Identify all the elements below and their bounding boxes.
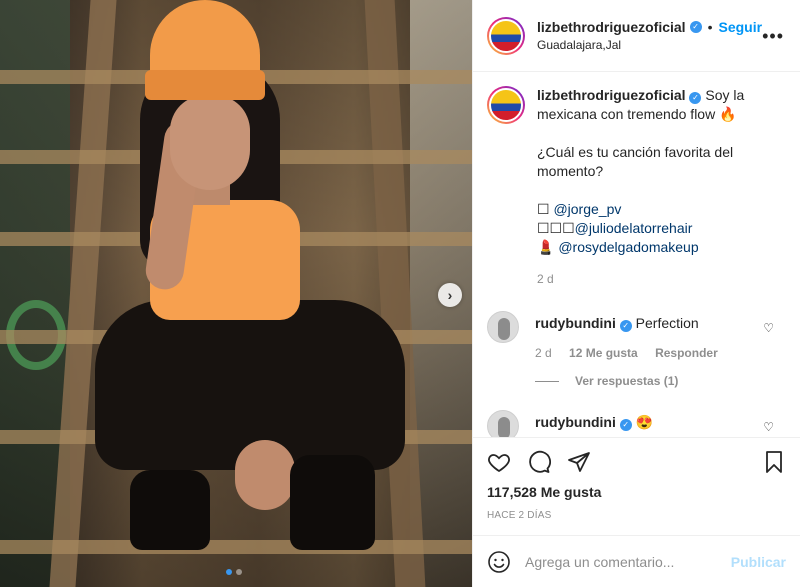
credit-prefix: 💄 xyxy=(537,239,559,255)
carousel-dot xyxy=(236,569,242,575)
caption-avatar[interactable] xyxy=(487,86,525,124)
comment-line: rudybundini ✓ 😍 xyxy=(535,414,653,431)
heart-icon[interactable] xyxy=(487,450,511,474)
action-icons xyxy=(487,446,786,478)
post-actions: 117,528 Me gusta HACE 2 DÍAS xyxy=(473,437,800,521)
carousel-dot-active xyxy=(226,569,232,575)
mention-link[interactable]: @jorge_pv xyxy=(553,201,621,217)
caption-age[interactable]: 2 d xyxy=(537,272,554,286)
carousel-indicator xyxy=(226,569,242,575)
follow-button[interactable]: Seguir xyxy=(718,19,762,35)
commenter-avatar[interactable] xyxy=(487,311,519,343)
comment-body: rudybundini ✓ 😍 xyxy=(535,414,653,437)
avatar-image xyxy=(489,88,523,122)
paper-plane-icon[interactable] xyxy=(567,450,591,474)
mention-link[interactable]: @rosydelgadomakeup xyxy=(558,239,698,255)
bookmark-icon[interactable] xyxy=(762,450,786,474)
person-beanie-cuff xyxy=(145,70,265,100)
comment-item: rudybundini ✓ 😍 ♡ xyxy=(487,410,786,437)
caption-credits: ☐ @jorge_pv ☐☐☐@juliodelatorrehair 💄 @ro… xyxy=(537,200,785,257)
caption-question: ¿Cuál es tu canción favorita del momento… xyxy=(537,144,734,179)
comment-like-heart-icon[interactable]: ♡ xyxy=(763,420,774,434)
author-row: lizbethrodriguezoficial ✓ • Seguir xyxy=(537,19,762,35)
comments-section: lizbethrodriguezoficial ✓ Soy la mexican… xyxy=(473,72,800,437)
more-options-icon[interactable]: ••• xyxy=(762,26,784,47)
verified-badge-icon: ✓ xyxy=(689,92,702,104)
commenter-username[interactable]: rudybundini xyxy=(535,414,616,430)
person-hand xyxy=(235,440,295,510)
reply-button[interactable]: Responder xyxy=(655,346,718,360)
stair-step xyxy=(0,540,472,554)
smiley-icon[interactable] xyxy=(487,550,511,574)
comment-icon[interactable] xyxy=(527,450,551,474)
verified-badge-icon: ✓ xyxy=(619,320,632,332)
caption-meta: 2 d xyxy=(537,270,785,289)
add-comment-bar: Publicar xyxy=(473,535,800,587)
author-username[interactable]: lizbethrodriguezoficial xyxy=(537,19,686,35)
caption-body: lizbethrodriguezoficial ✓ Soy la mexican… xyxy=(537,86,785,289)
replies-divider xyxy=(535,380,559,382)
post-caption: lizbethrodriguezoficial ✓ Soy la mexican… xyxy=(487,86,786,289)
person-boot-left xyxy=(130,470,210,550)
separator-dot: • xyxy=(707,19,713,35)
instagram-post: › lizbethrodriguezoficial ✓ • Seguir Gua… xyxy=(0,0,800,587)
view-replies-toggle[interactable]: Ver respuestas (1) xyxy=(535,374,786,388)
mention-link[interactable]: @juliodelatorrehair xyxy=(575,220,693,236)
comment-line: rudybundini ✓ Perfection xyxy=(535,315,732,332)
author-avatar[interactable] xyxy=(487,16,525,55)
author-info: lizbethrodriguezoficial ✓ • Seguir Guada… xyxy=(537,19,762,52)
caption-username[interactable]: lizbethrodriguezoficial xyxy=(537,87,686,103)
comment-likes[interactable]: 12 Me gusta xyxy=(569,346,638,360)
person-face xyxy=(170,95,250,190)
comment-text: 😍 xyxy=(635,414,654,430)
comment-like-heart-icon[interactable]: ♡ xyxy=(763,321,774,335)
post-date[interactable]: HACE 2 DÍAS xyxy=(487,510,786,521)
publish-button[interactable]: Publicar xyxy=(731,554,786,570)
avatar-image xyxy=(489,18,523,53)
post-photo[interactable]: › xyxy=(0,0,472,587)
post-location[interactable]: Guadalajara,Jal xyxy=(537,38,762,52)
person-boot-right xyxy=(290,455,375,550)
comment-body: rudybundini ✓ Perfection 2 d 12 Me gusta… xyxy=(535,315,732,360)
credit-prefix: ☐☐☐ xyxy=(537,220,575,236)
credit-prefix: ☐ xyxy=(537,201,554,217)
verified-badge-icon: ✓ xyxy=(619,419,632,431)
verified-badge-icon: ✓ xyxy=(689,21,702,33)
comment-item: rudybundini ✓ Perfection 2 d 12 Me gusta… xyxy=(487,311,786,360)
post-side-panel: lizbethrodriguezoficial ✓ • Seguir Guada… xyxy=(472,0,800,587)
commenter-username[interactable]: rudybundini xyxy=(535,315,616,331)
comment-meta: 2 d 12 Me gusta Responder xyxy=(535,346,732,360)
caption-line: lizbethrodriguezoficial ✓ Soy la mexican… xyxy=(537,86,785,124)
post-header: lizbethrodriguezoficial ✓ • Seguir Guada… xyxy=(473,0,800,72)
comment-input[interactable] xyxy=(525,553,731,570)
comment-text: Perfection xyxy=(635,315,699,331)
comment-age[interactable]: 2 d xyxy=(535,346,552,360)
likes-count[interactable]: 117,528 Me gusta xyxy=(487,484,786,500)
view-replies-label[interactable]: Ver respuestas (1) xyxy=(575,374,678,388)
commenter-avatar[interactable] xyxy=(487,410,519,437)
chevron-right-icon[interactable]: › xyxy=(438,283,462,307)
